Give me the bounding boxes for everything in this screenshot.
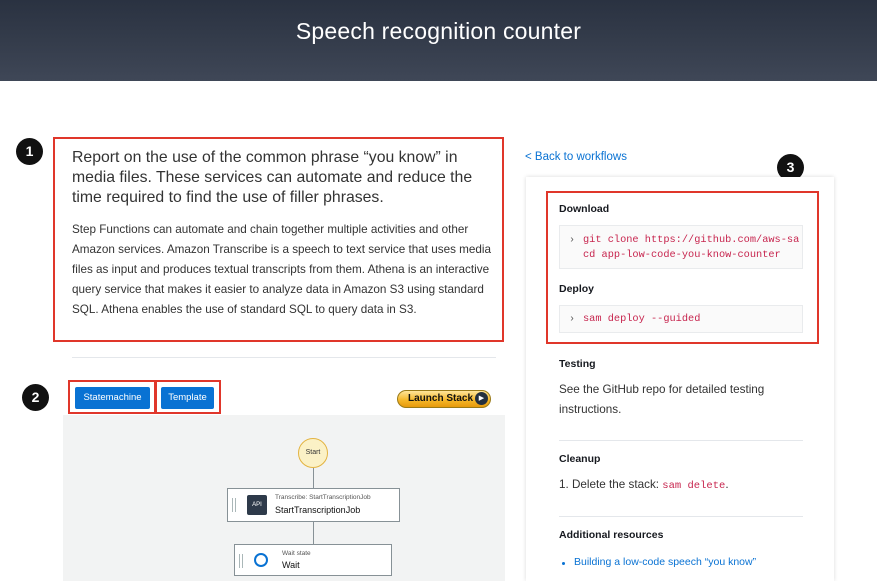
deploy-code-block[interactable]: › sam deploy --guided — [559, 305, 803, 333]
workflow-start-node[interactable]: Start — [298, 438, 328, 468]
workflow-node-type: Transcribe: StartTranscriptionJob — [275, 494, 371, 501]
template-button[interactable]: Template — [161, 387, 214, 409]
bullet-icon — [562, 562, 565, 565]
chevron-right-icon: › — [569, 314, 576, 325]
workflow-node-type: Wait state — [282, 550, 311, 557]
drag-handle-icon — [239, 554, 243, 568]
callout-marker-2: 2 — [22, 384, 49, 411]
launch-stack-button[interactable]: Launch Stack ▶ — [397, 390, 491, 408]
chevron-right-icon: › — [569, 235, 576, 246]
code-line: sam deploy --guided — [583, 313, 701, 325]
play-arrow-icon: ▶ — [475, 392, 488, 405]
workflow-node-transcription[interactable]: API Transcribe: StartTranscriptionJob St… — [227, 488, 400, 522]
drag-handle-icon — [232, 498, 236, 512]
statemachine-button[interactable]: Statemachine — [75, 387, 150, 409]
testing-title: Testing — [559, 358, 596, 370]
page-header: Speech recognition counter — [0, 0, 877, 81]
workflow-edge — [313, 522, 314, 544]
additional-resources-title: Additional resources — [559, 529, 664, 541]
page-title: Speech recognition counter — [295, 18, 582, 44]
cleanup-text: 1. Delete the stack: sam delete. — [559, 475, 809, 496]
workflow-edge — [313, 468, 314, 488]
divider — [559, 440, 803, 441]
code-line: git clone https://github.com/aws-sa — [583, 234, 800, 246]
intro-heading: Report on the use of the common phrase “… — [72, 149, 473, 206]
download-title: Download — [559, 203, 610, 215]
divider — [559, 516, 803, 517]
cleanup-title: Cleanup — [559, 453, 601, 465]
workflow-node-wait[interactable]: Wait state Wait — [234, 544, 392, 576]
download-code-block[interactable]: › git clone https://github.com/aws-sa cd… — [559, 225, 803, 269]
deploy-title: Deploy — [559, 283, 595, 295]
code-line: cd app-low-code-you-know-counter — [583, 249, 781, 261]
api-icon: API — [247, 495, 267, 515]
intro-body: Step Functions can automate and chain to… — [72, 223, 491, 316]
launch-stack-label: Launch Stack — [408, 393, 474, 404]
cleanup-command: sam delete — [662, 480, 726, 492]
clock-icon — [254, 553, 268, 567]
cleanup-prefix: 1. Delete the stack: — [559, 478, 663, 491]
workflow-node-name: Wait — [282, 560, 300, 570]
workflow-node-name: StartTranscriptionJob — [275, 505, 361, 515]
cleanup-suffix: . — [725, 478, 729, 491]
resource-link[interactable]: Building a low-code speech “you know” — [574, 556, 756, 568]
back-to-workflows-link[interactable]: < Back to workflows — [525, 151, 627, 163]
divider — [72, 357, 496, 358]
callout-marker-1: 1 — [16, 138, 43, 165]
testing-text: See the GitHub repo for detailed testing… — [559, 383, 765, 416]
